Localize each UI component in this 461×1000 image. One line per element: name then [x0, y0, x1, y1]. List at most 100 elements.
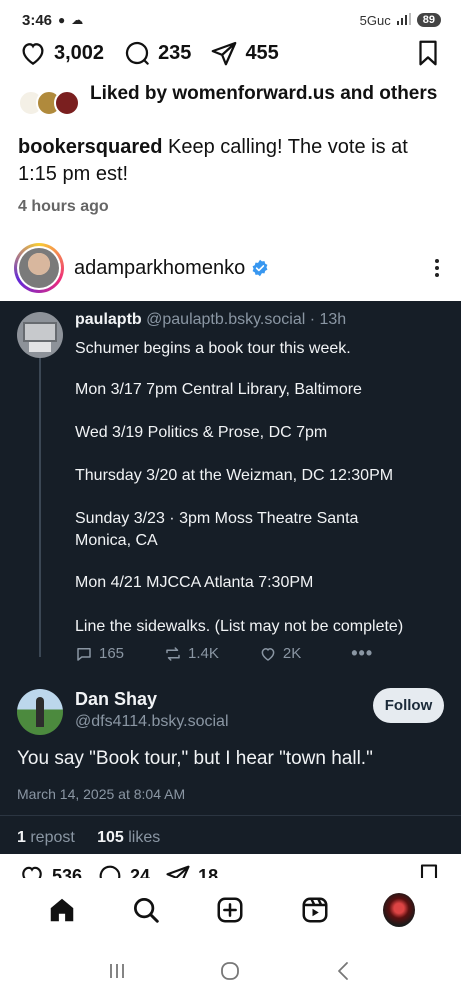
skeet-time: 13h	[319, 311, 347, 328]
repost-count: 1	[17, 829, 26, 846]
bookmark-icon	[420, 864, 438, 878]
comment-button[interactable]: 235	[122, 38, 191, 68]
back-icon[interactable]	[332, 959, 356, 983]
save-button[interactable]	[415, 862, 443, 878]
skeet-line: Line the sidewalks. (List may not be com…	[75, 618, 404, 635]
reply-count: 165	[99, 645, 125, 662]
like-count: 536	[52, 865, 83, 879]
comment-count: 24	[130, 865, 151, 879]
skeet-replies: 165	[75, 645, 124, 663]
reels-tab[interactable]	[299, 894, 331, 926]
post-username[interactable]: adamparkhomenko	[74, 257, 245, 280]
repost-icon	[166, 646, 180, 661]
like-button[interactable]: 536	[18, 862, 82, 878]
heart-icon	[22, 866, 42, 878]
like-count: 3,002	[54, 41, 105, 64]
skeet-line: Sunday 3/23 · 3pm Moss Theatre Santa	[75, 510, 359, 527]
reply-avatar	[17, 689, 63, 735]
post-actions: 3,002 235 455	[18, 36, 443, 70]
more-options-button[interactable]	[427, 259, 447, 277]
skeet-handle: @paulaptb.bsky.social	[146, 311, 306, 328]
status-left: 3:46 ● ☁	[22, 12, 83, 29]
share-count: 18	[198, 865, 219, 879]
search-icon	[134, 898, 160, 923]
avatar-building-base	[29, 342, 51, 352]
like-button[interactable]: 3,002	[18, 38, 104, 68]
comment-icon	[99, 865, 121, 878]
liked-by-text: Liked by womenforward.us and others	[90, 83, 438, 104]
divider	[0, 815, 461, 816]
skeet-author: paulaptb	[75, 311, 142, 328]
comment-count: 235	[158, 41, 192, 64]
skeet-line: Monica, CA	[75, 532, 158, 549]
reply-author: Dan Shay	[75, 689, 158, 709]
avatar	[19, 248, 59, 288]
heart-icon	[22, 43, 44, 65]
skeet-line: Wed 3/19 Politics & Prose, DC 7pm	[75, 424, 328, 441]
reels-icon	[302, 897, 328, 923]
reply-text: You say "Book tour," but I hear "town ha…	[17, 748, 373, 769]
avatar-frame	[17, 246, 61, 290]
bottom-navigation	[0, 878, 461, 942]
post-header: adamparkhomenko	[14, 242, 447, 294]
create-tab[interactable]	[214, 894, 246, 926]
home-button-icon[interactable]	[218, 959, 242, 983]
reply-engagement: 1 repost 105 likes	[17, 829, 160, 847]
verified-badge-icon	[252, 259, 268, 277]
status-right: 5Guc 89	[359, 12, 441, 28]
story-ring[interactable]	[14, 243, 64, 293]
signal-icon	[396, 12, 411, 28]
skeet-line: Mon 4/21 MJCCA Atlanta 7:30PM	[75, 574, 314, 591]
dot	[435, 266, 439, 270]
repost-count: 1.4K	[188, 645, 219, 662]
follow-button: Follow	[373, 688, 444, 723]
add-post-icon	[217, 897, 243, 923]
skeet-likes: 2K	[259, 645, 301, 663]
save-button[interactable]	[413, 38, 443, 68]
liker-avatar	[54, 90, 80, 116]
system-navigation	[0, 942, 461, 1000]
skeet-line: Schumer begins a book tour this week.	[75, 340, 351, 357]
like-count: 2K	[282, 645, 302, 662]
reply-date: March 14, 2025 at 8:04 AM	[17, 786, 186, 802]
status-bar: 3:46 ● ☁ 5Guc 89	[0, 0, 461, 40]
next-post-actions: 536 24 18	[18, 862, 443, 878]
bookmark-icon	[419, 40, 437, 66]
profile-tab[interactable]	[382, 893, 415, 927]
likes-count: 105	[97, 829, 124, 846]
comment-icon	[125, 41, 149, 65]
repost-label: repost	[25, 829, 75, 846]
home-tab[interactable]	[46, 894, 78, 926]
skeet-line: Mon 3/17 7pm Central Library, Baltimore	[75, 381, 362, 398]
cloud-notification-icon: ☁	[71, 13, 84, 27]
skeet-separator: ·	[309, 311, 316, 328]
dot	[435, 273, 439, 277]
status-time: 3:46	[22, 11, 53, 29]
share-button[interactable]: 455	[209, 38, 279, 68]
home-icon	[50, 898, 74, 922]
heart-icon	[261, 647, 275, 661]
liked-by-avatars	[18, 90, 80, 120]
post-timestamp: 4 hours ago	[18, 198, 109, 215]
skeet-more-icon: •••	[351, 643, 374, 663]
network-type: 5Guc	[359, 12, 391, 28]
send-icon	[212, 41, 237, 66]
skeet-header: paulaptb @paulaptb.bsky.social · 13h	[75, 311, 346, 329]
reply-handle: @dfs4114.bsky.social	[75, 713, 229, 730]
caption-username[interactable]: bookersquared	[18, 136, 162, 158]
search-tab[interactable]	[130, 894, 162, 926]
thread-line	[39, 357, 41, 657]
send-icon	[166, 865, 190, 878]
recent-apps-icon[interactable]	[105, 959, 129, 983]
avatar-building	[23, 322, 57, 342]
post-image[interactable]: paulaptb @paulaptb.bsky.social · 13h Sch…	[0, 301, 461, 854]
share-button[interactable]: 18	[164, 862, 218, 878]
reply-icon	[77, 647, 91, 661]
battery-indicator: 89	[416, 13, 441, 27]
skeet-stats: 165 1.4K 2K •••	[75, 643, 385, 664]
avatar-person	[36, 697, 44, 727]
comment-button[interactable]: 24	[96, 862, 150, 878]
skeet-reposts: 1.4K	[164, 645, 219, 663]
post-caption: bookersquared Keep calling! The vote is …	[18, 134, 443, 188]
liked-by[interactable]: Liked by womenforward.us and others	[18, 82, 443, 120]
